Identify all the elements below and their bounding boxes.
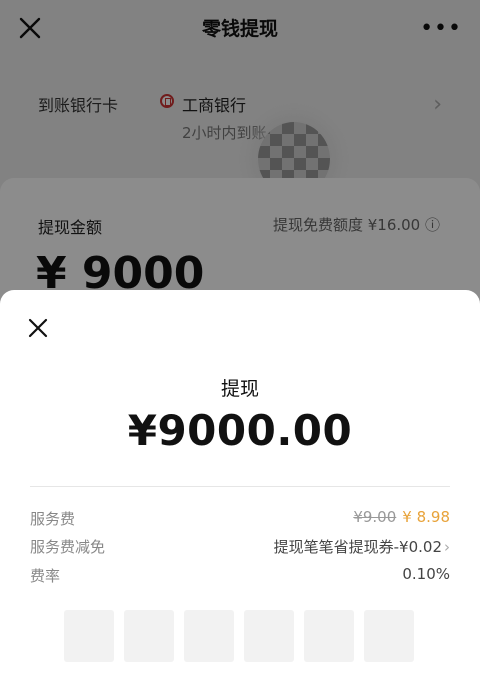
pin-box[interactable] bbox=[184, 610, 234, 662]
rate-value: 0.10% bbox=[402, 565, 450, 583]
fee-reduction-label: 服务费减免 bbox=[30, 538, 106, 556]
service-fee-value: ¥9.00 ¥ 8.98 bbox=[353, 508, 450, 526]
sheet-title: 提现 bbox=[220, 378, 259, 400]
original-fee: ¥9.00 bbox=[353, 508, 397, 526]
pin-box[interactable] bbox=[64, 610, 114, 662]
withdraw-amount: ¥9000.00 bbox=[127, 406, 353, 455]
pin-box[interactable] bbox=[124, 610, 174, 662]
pin-box[interactable] bbox=[364, 610, 414, 662]
chevron-right-icon: › bbox=[444, 538, 450, 556]
divider bbox=[30, 486, 450, 487]
pin-input[interactable] bbox=[64, 610, 416, 662]
service-fee-label: 服务费 bbox=[30, 510, 76, 528]
screen: 零钱提现 ••• 到账银行卡 工商银行 2小时内到账 › 提现金额 提现免费额度… bbox=[0, 0, 480, 675]
rate-label: 费率 bbox=[30, 567, 61, 585]
pin-box[interactable] bbox=[304, 610, 354, 662]
withdraw-sheet: 提现 ¥9000.00 服务费 ¥9.00 ¥ 8.98 服务费减免 提现笔笔省提… bbox=[0, 290, 480, 675]
pin-box[interactable] bbox=[244, 610, 294, 662]
discounted-fee: ¥ 8.98 bbox=[402, 508, 450, 526]
fee-reduction-value: 提现笔笔省提现券-¥0.02 › bbox=[274, 536, 450, 557]
coupon-text: 提现笔笔省提现券-¥0.02 bbox=[273, 538, 442, 556]
close-icon[interactable] bbox=[24, 314, 52, 342]
